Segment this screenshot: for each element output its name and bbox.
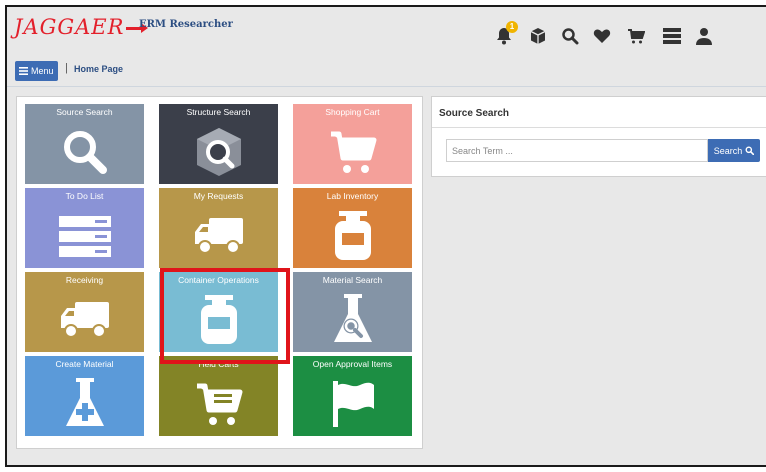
tiles-panel: Source Search Structure Search Shopping … [16, 96, 423, 449]
search-icon [745, 146, 755, 155]
tile-label: Material Search [322, 275, 383, 285]
tile-label: Container Operations [178, 275, 259, 285]
flask-search-icon [293, 290, 412, 350]
tile-structure-search[interactable]: Structure Search [159, 104, 278, 184]
tile-label: Shopping Cart [325, 107, 380, 117]
tile-label: Source Search [56, 107, 113, 117]
source-search-title: Source Search [439, 108, 510, 119]
flask-plus-icon [25, 374, 144, 434]
tile-label: Held Carts [198, 359, 239, 369]
list-icon [25, 206, 144, 266]
top-header: JAGGAER ERM Researcher 1 Menu | Home Pag… [7, 7, 766, 87]
tile-label: Open Approval Items [312, 359, 393, 369]
breadcrumb-home[interactable]: Home Page [74, 64, 123, 74]
source-search-panel: Source Search Search [431, 96, 766, 177]
bell-icon[interactable]: 1 [493, 21, 518, 47]
search-button-label: Search [713, 145, 743, 156]
hamburger-icon [19, 67, 28, 75]
tile-label: Create Material [55, 359, 114, 369]
tile-material-search[interactable]: Material Search [293, 272, 412, 352]
flag-icon [293, 374, 412, 434]
breadcrumb-separator: | [65, 62, 68, 74]
truck-icon [159, 206, 278, 266]
jaggaer-logo[interactable]: JAGGAER [14, 15, 149, 39]
tile-to-do-list[interactable]: To Do List [25, 188, 144, 268]
tile-container-operations[interactable]: Container Operations [159, 272, 278, 352]
tile-lab-inventory[interactable]: Lab Inventory [293, 188, 412, 268]
tile-held-carts[interactable]: Held Carts [159, 356, 278, 436]
heart-icon[interactable] [591, 25, 613, 47]
tile-open-approval-items[interactable]: Open Approval Items [293, 356, 412, 436]
bottle-icon [293, 206, 412, 266]
panel-divider [432, 127, 766, 128]
cart-icon [293, 122, 412, 182]
server-icon[interactable] [661, 25, 683, 47]
tile-label: Receiving [65, 275, 104, 285]
tile-receiving[interactable]: Receiving [25, 272, 144, 352]
search-button[interactable]: Search [708, 139, 760, 162]
menu-label: Menu [31, 66, 54, 76]
bottle-icon [159, 290, 278, 350]
app-title: ERM Researcher [139, 19, 233, 30]
tile-my-requests[interactable]: My Requests [159, 188, 278, 268]
cart-list-icon [159, 374, 278, 434]
tile-label: My Requests [193, 191, 244, 201]
tile-label: Lab Inventory [326, 191, 379, 201]
tile-label: To Do List [65, 191, 104, 201]
tile-source-search[interactable]: Source Search [25, 104, 144, 184]
search-icon[interactable] [559, 25, 581, 47]
app-window: JAGGAER ERM Researcher 1 Menu | Home Pag… [5, 5, 766, 467]
magnifier-icon [25, 122, 144, 182]
notification-badge: 1 [506, 21, 518, 33]
truck-icon [25, 290, 144, 350]
user-icon[interactable] [693, 25, 715, 47]
cart-icon[interactable] [625, 25, 647, 47]
tile-label: Structure Search [186, 107, 251, 117]
search-term-input[interactable] [446, 139, 708, 162]
tile-shopping-cart[interactable]: Shopping Cart [293, 104, 412, 184]
tile-create-material[interactable]: Create Material [25, 356, 144, 436]
cube-search-icon [159, 122, 278, 182]
logo-text: JAGGAER [14, 15, 125, 39]
box-icon[interactable] [527, 25, 549, 47]
menu-button[interactable]: Menu [15, 61, 58, 81]
